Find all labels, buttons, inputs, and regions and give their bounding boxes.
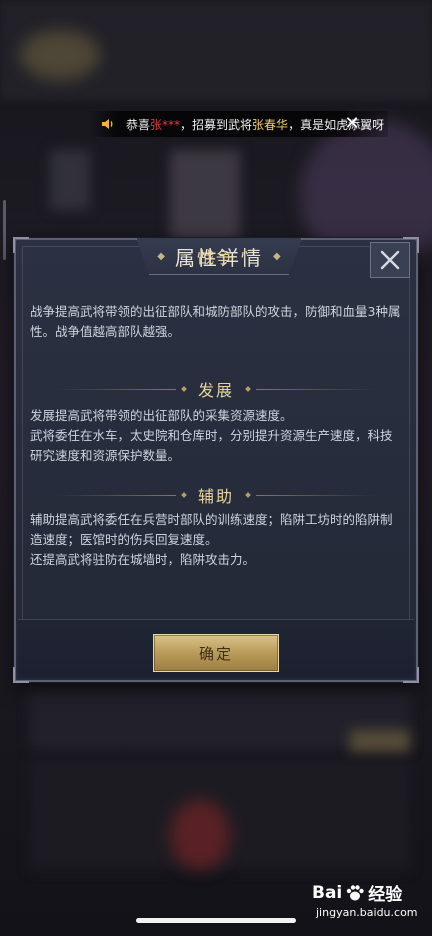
background-glow (20, 30, 100, 80)
divider-diamond (181, 386, 187, 392)
section-body-support: 辅助提高武将委任在兵营时部队的训练速度；陷阱工坊时的陷阱制造速度；医馆时的伤兵回… (30, 512, 393, 567)
marquee-player-name: 张*** (150, 117, 181, 132)
marquee-general-name: 张春华 (252, 117, 289, 132)
divider-line (55, 388, 176, 390)
section-header-support: 辅助 (16, 482, 416, 508)
divider-diamond (181, 492, 187, 498)
background-building (170, 150, 240, 240)
background-button (350, 730, 410, 752)
scroll-indicator[interactable] (3, 200, 6, 260)
marquee-prefix: 恭喜 (126, 117, 151, 132)
speaker-icon (102, 119, 113, 129)
divider-line (256, 388, 376, 390)
marquee-suffix: ，真是如虎添翼呀 (288, 117, 385, 132)
background-character (170, 800, 230, 870)
watermark-brand-right: 经验 (368, 885, 403, 905)
divider-diamond (245, 386, 251, 392)
paw-icon (347, 884, 364, 900)
section-body-development: 发展提高武将带领的出征部队的采集资源速度。 武将委任在水车，太史院和仓库时，分别… (30, 408, 393, 463)
section-header-war: 战争 (16, 243, 416, 269)
game-screen: 恭喜 张*** ，招募到武将 张春华 ，真是如虎添翼呀 ✕ ◆ 属性详情 ◆ 战争 战争… (0, 0, 432, 936)
divider-line (55, 494, 176, 496)
marquee-close-icon[interactable]: ✕ (343, 115, 361, 133)
divider-line (256, 494, 376, 496)
section-body-war: 战争提高武将带领的出征部队和城防部队的攻击，防御和血量3种属性。战争值越高部队越… (30, 304, 401, 339)
divider-diamond (245, 492, 251, 498)
section-title: 战争 (197, 248, 234, 267)
section-title: 辅助 (197, 487, 234, 506)
watermark-brand-left: Bai (312, 882, 343, 903)
marquee-middle: ，招募到武将 (180, 117, 253, 132)
section-header-development: 发展 (16, 376, 416, 402)
section-title: 发展 (197, 381, 234, 400)
background-building (50, 150, 90, 210)
home-indicator[interactable] (136, 918, 296, 923)
attribute-detail-dialog: ◆ 属性详情 ◆ 战争 战争提高武将带领的出征部队和城防部队的攻击，防御和血量3… (13, 237, 419, 683)
watermark-logo: Bai 经验 (312, 880, 403, 906)
watermark-url: jingyan.baidu.com (316, 906, 418, 919)
baidu-jingyan-watermark: Bai 经验 jingyan.baidu.com (312, 880, 424, 924)
confirm-button[interactable]: 确定 (153, 634, 279, 672)
